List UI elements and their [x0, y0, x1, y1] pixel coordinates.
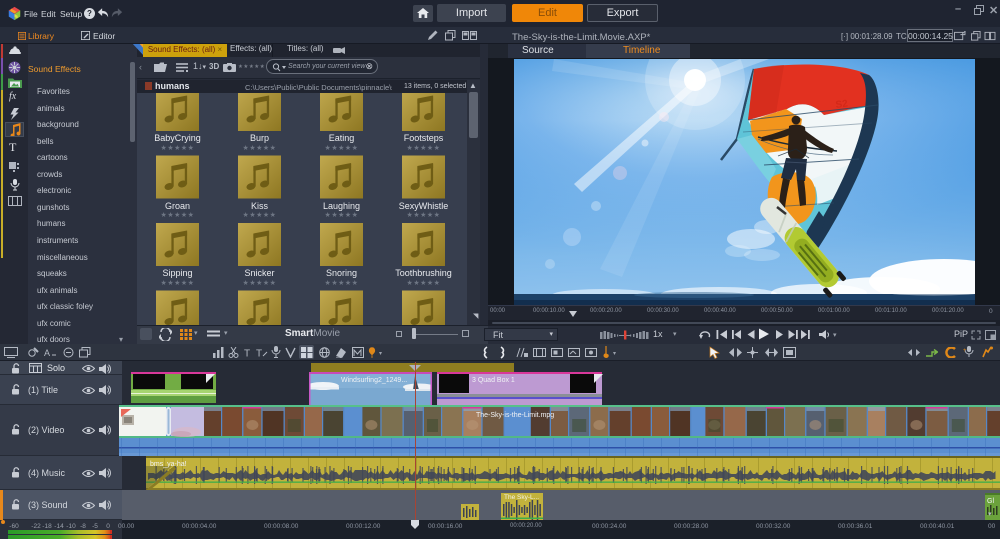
svg-text:0: 0	[106, 523, 110, 530]
svg-text:S2: S2	[835, 98, 849, 111]
svg-text:-5: -5	[92, 523, 98, 530]
svg-text:-8: -8	[80, 523, 86, 530]
svg-text:Gl: Gl	[987, 498, 994, 505]
svg-text:-14: -14	[54, 523, 64, 530]
svg-text:+: +	[963, 348, 967, 354]
svg-text:-22: -22	[31, 523, 41, 530]
svg-text:A: A	[44, 348, 50, 358]
svg-text:T: T	[244, 349, 250, 359]
svg-text:-18: -18	[42, 523, 52, 530]
svg-text:T: T	[256, 349, 262, 359]
svg-text:-10: -10	[66, 523, 76, 530]
svg-text:-60: -60	[9, 523, 19, 530]
